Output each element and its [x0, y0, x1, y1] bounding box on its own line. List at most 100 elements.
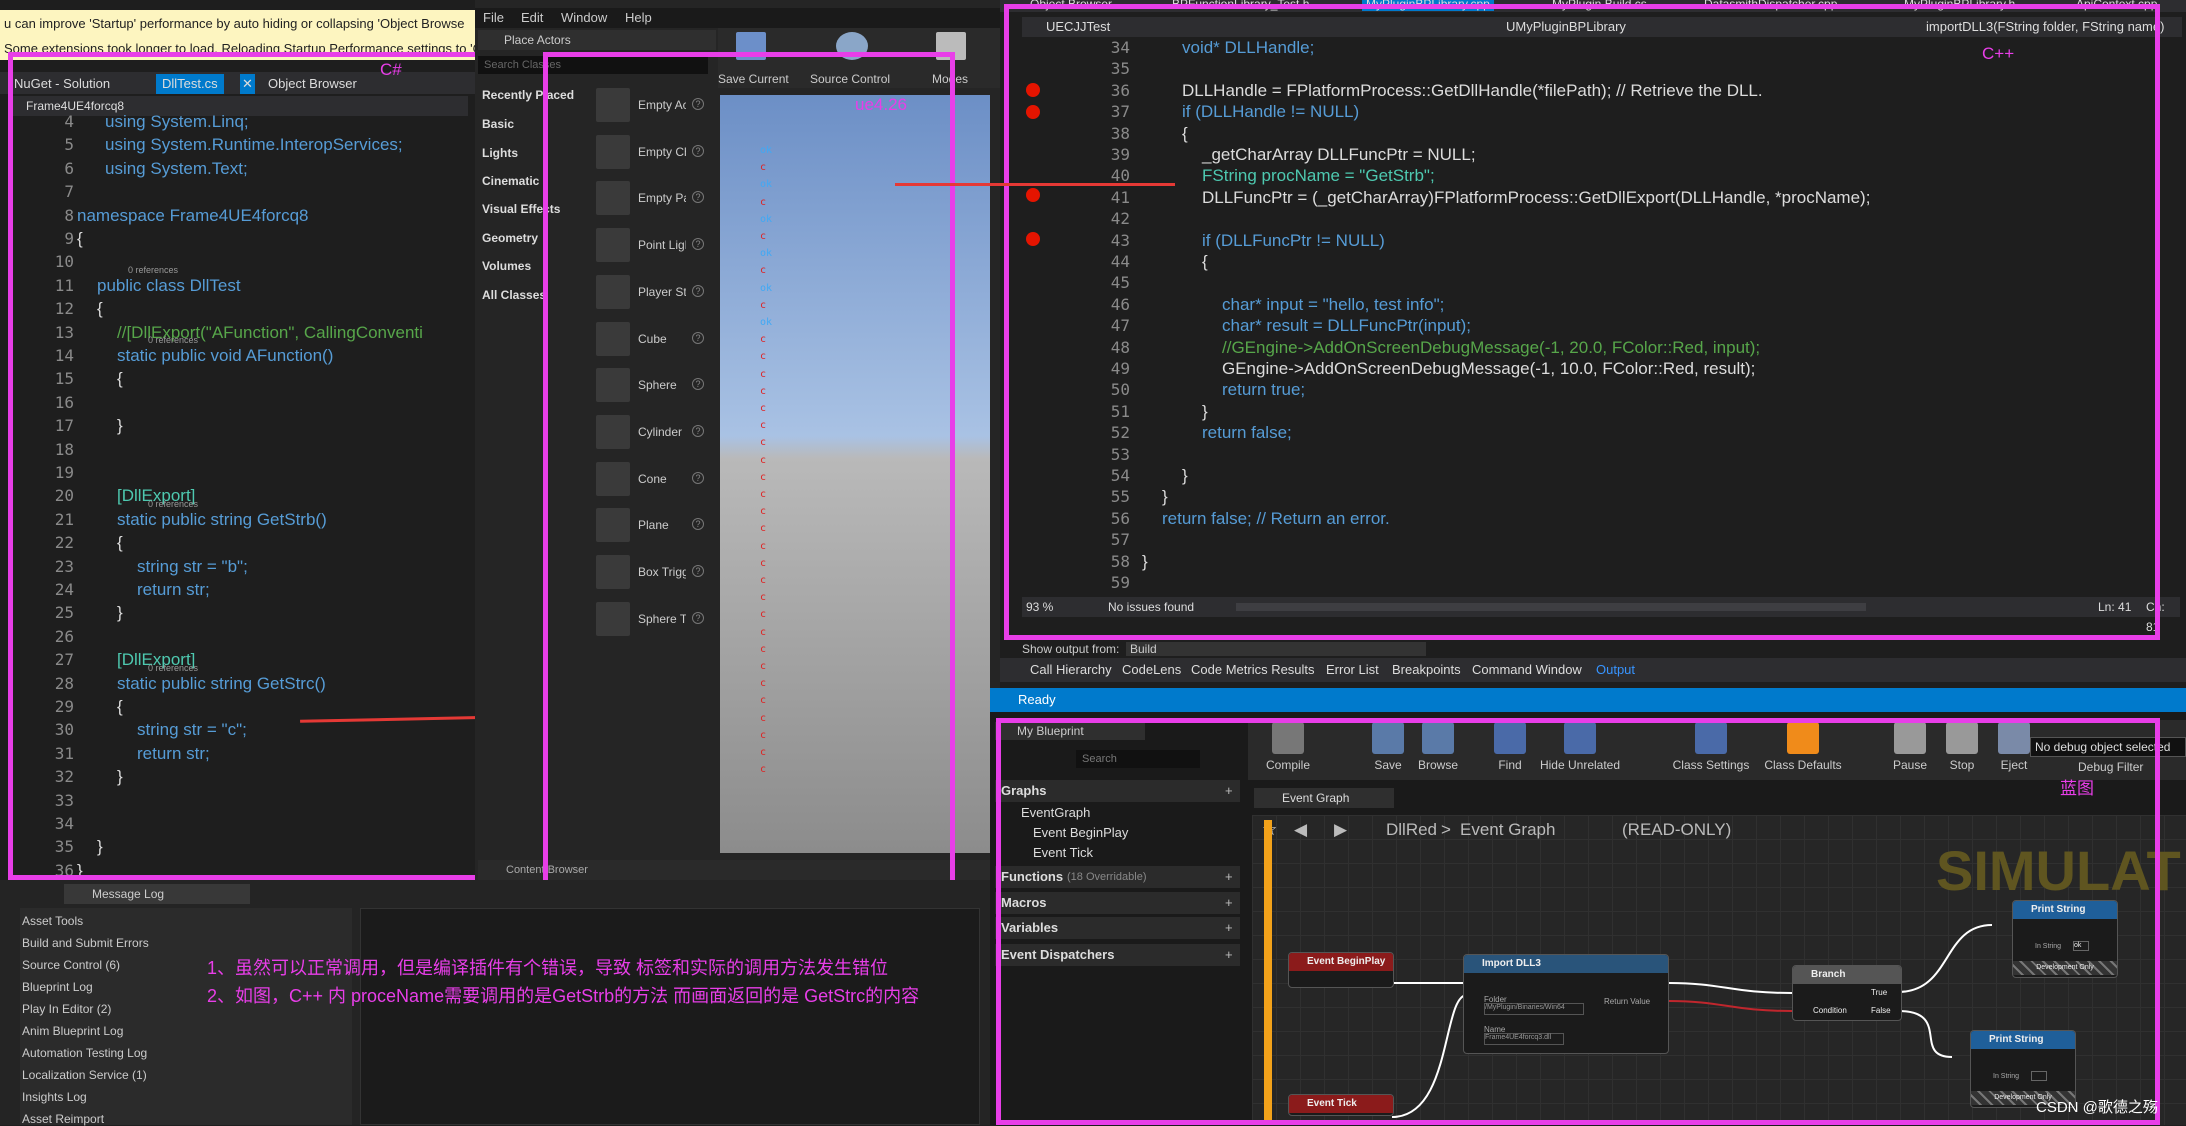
- source-control-button[interactable]: Source Control: [810, 72, 890, 86]
- tab-datasmith[interactable]: DatasmithDispatcher.cpp: [1704, 0, 1837, 11]
- tab-apicontext[interactable]: ApiContext.cpp: [2076, 0, 2157, 11]
- function-dropdown[interactable]: importDLL3(FString folder, FString name): [1926, 17, 2164, 37]
- toolbar-compile[interactable]: Compile: [1258, 722, 1318, 772]
- breakpoint-icon[interactable]: [1026, 232, 1040, 246]
- add-icon[interactable]: +: [1225, 892, 1233, 914]
- message-log-category[interactable]: Anim Blueprint Log: [22, 1024, 123, 1038]
- actor-item[interactable]: Cube?: [596, 318, 706, 360]
- sidebar-row[interactable]: Graphs +: [995, 780, 1240, 802]
- category-volumes[interactable]: Volumes: [482, 259, 531, 273]
- actor-item[interactable]: Box Trigger?: [596, 551, 706, 593]
- tab-bpfunctionlibrary[interactable]: BPFunctionLibrary_Test.h: [1172, 0, 1309, 11]
- actor-item[interactable]: Sphere?: [596, 364, 706, 406]
- actor-item[interactable]: Player Start?: [596, 271, 706, 313]
- blueprint-search-input[interactable]: Search: [1076, 750, 1200, 768]
- help-icon[interactable]: ?: [692, 424, 704, 437]
- debug-object-select[interactable]: No debug object selected: [2030, 737, 2186, 757]
- right-code-area[interactable]: 34 void* DLLHandle; 35 36 DLLHandle = FPlatf…: [1000, 38, 2180, 594]
- tab-call-hierarchy[interactable]: Call Hierarchy: [1030, 658, 1112, 682]
- actor-item[interactable]: Cone?: [596, 458, 706, 500]
- toolbar-class-settings[interactable]: Class Settings: [1668, 722, 1754, 772]
- tab-object-browser-r[interactable]: Object Browser: [1030, 0, 1112, 11]
- message-log-category[interactable]: Build and Submit Errors: [22, 936, 149, 950]
- sidebar-row[interactable]: EventGraph: [995, 802, 1240, 824]
- sidebar-row[interactable]: Macros +: [995, 892, 1240, 914]
- output-source-select[interactable]: Build: [1126, 642, 1426, 656]
- category-cinematic[interactable]: Cinematic: [482, 174, 539, 188]
- content-browser-tab[interactable]: Content Browser: [478, 860, 1008, 880]
- menu-help[interactable]: Help: [625, 8, 652, 28]
- help-icon[interactable]: ?: [692, 471, 704, 484]
- help-icon[interactable]: ?: [692, 191, 704, 204]
- toolbar-find[interactable]: Find: [1480, 722, 1540, 772]
- modes-button[interactable]: Modes: [932, 72, 968, 86]
- pin-in-string-value[interactable]: ok: [2073, 941, 2089, 951]
- sidebar-row[interactable]: Functions (18 Overridable) +: [995, 866, 1240, 888]
- help-icon[interactable]: ?: [692, 611, 704, 624]
- horizontal-scrollbar[interactable]: [1236, 603, 1866, 611]
- message-log-tab[interactable]: Message Log: [64, 884, 250, 904]
- tab-object-browser[interactable]: Object Browser: [262, 74, 363, 94]
- pin-name-value[interactable]: Frame4UE4forcq3.dll: [1484, 1033, 1564, 1045]
- tab-breakpoints[interactable]: Breakpoints: [1392, 658, 1461, 682]
- category-basic[interactable]: Basic: [482, 117, 514, 131]
- help-icon[interactable]: ?: [692, 518, 704, 531]
- toolbar-class-defaults[interactable]: Class Defaults: [1760, 722, 1846, 772]
- sidebar-row[interactable]: Event BeginPlay: [995, 822, 1240, 844]
- actor-item[interactable]: Empty Character?: [596, 131, 706, 173]
- node-branch[interactable]: Branch True Condition False: [1792, 965, 1902, 1021]
- menu-file[interactable]: File: [483, 8, 504, 28]
- actor-item[interactable]: Point Light?: [596, 224, 706, 266]
- add-icon[interactable]: +: [1225, 944, 1233, 966]
- menu-edit[interactable]: Edit: [521, 8, 543, 28]
- class-search-input[interactable]: Search Classes: [478, 56, 708, 74]
- tab-command-window[interactable]: Command Window: [1472, 658, 1582, 682]
- tab-output[interactable]: Output: [1596, 658, 1635, 682]
- codelens-references[interactable]: 0 references: [128, 265, 178, 275]
- node-import-dll3[interactable]: Import DLL3 Folder /MyPlugin/Binaries/Wi…: [1463, 954, 1669, 1054]
- help-icon[interactable]: ?: [692, 238, 704, 251]
- add-icon[interactable]: +: [1225, 866, 1233, 888]
- class-dropdown[interactable]: UMyPluginBPLibrary: [1506, 17, 1626, 37]
- tab-codelens[interactable]: CodeLens: [1122, 658, 1181, 682]
- tab-mypluginbplibrary-h[interactable]: MyPluginBPLibrary.h: [1904, 0, 2015, 11]
- sidebar-row[interactable]: Event Tick: [995, 842, 1240, 864]
- project-dropdown[interactable]: UECJJTest: [1046, 17, 1110, 37]
- actor-item[interactable]: Sphere Trigger?: [596, 598, 706, 640]
- help-icon[interactable]: ?: [692, 284, 704, 297]
- sidebar-row[interactable]: Event Dispatchers +: [995, 944, 1240, 966]
- category-geometry[interactable]: Geometry: [482, 231, 538, 245]
- add-icon[interactable]: +: [1225, 780, 1233, 802]
- breakpoint-icon[interactable]: [1026, 83, 1040, 97]
- event-graph-tab[interactable]: Event Graph: [1254, 788, 1394, 808]
- actor-item[interactable]: Cylinder?: [596, 411, 706, 453]
- category-visual-effects[interactable]: Visual Effects: [482, 202, 560, 216]
- help-icon[interactable]: ?: [692, 565, 704, 577]
- help-icon[interactable]: ?: [692, 378, 704, 391]
- tab-myplugin-build[interactable]: MyPlugin.Build.cs: [1552, 0, 1647, 11]
- menu-window[interactable]: Window: [561, 8, 607, 28]
- actor-item[interactable]: Empty Pawn?: [596, 177, 706, 219]
- codelens-references[interactable]: 0 references: [148, 663, 198, 673]
- save-current-button[interactable]: Save Current: [718, 72, 789, 86]
- pin-in-string-value[interactable]: [2031, 1071, 2047, 1081]
- codelens-references[interactable]: 0 references: [148, 335, 198, 345]
- close-icon[interactable]: ✕: [240, 74, 255, 94]
- toolbar-browse[interactable]: Browse: [1408, 722, 1468, 772]
- message-log-category[interactable]: Asset Tools: [22, 914, 83, 928]
- tab-dlltest[interactable]: DllTest.cs: [156, 74, 224, 94]
- left-code-area[interactable]: 4 using System.Linq; 5 using System.Runtime…: [0, 112, 470, 880]
- tab-code-metrics[interactable]: Code Metrics Results: [1191, 658, 1315, 682]
- toolbar-stop[interactable]: Stop: [1932, 722, 1992, 772]
- add-icon[interactable]: +: [1225, 917, 1233, 939]
- message-log-category[interactable]: Play In Editor (2): [22, 1002, 111, 1016]
- node-event-beginplay[interactable]: Event BeginPlay: [1288, 952, 1394, 988]
- node-event-tick[interactable]: Event Tick: [1288, 1094, 1394, 1116]
- sidebar-row[interactable]: Variables +: [995, 917, 1240, 939]
- breakpoint-icon[interactable]: [1026, 188, 1040, 202]
- message-log-category[interactable]: Localization Service (1): [22, 1068, 147, 1082]
- zoom-level[interactable]: 93 %: [1026, 597, 1053, 617]
- tab-nuget[interactable]: NuGet - Solution: [8, 74, 116, 94]
- message-log-category[interactable]: Insights Log: [22, 1090, 87, 1104]
- place-actors-tab[interactable]: Place Actors: [478, 30, 716, 50]
